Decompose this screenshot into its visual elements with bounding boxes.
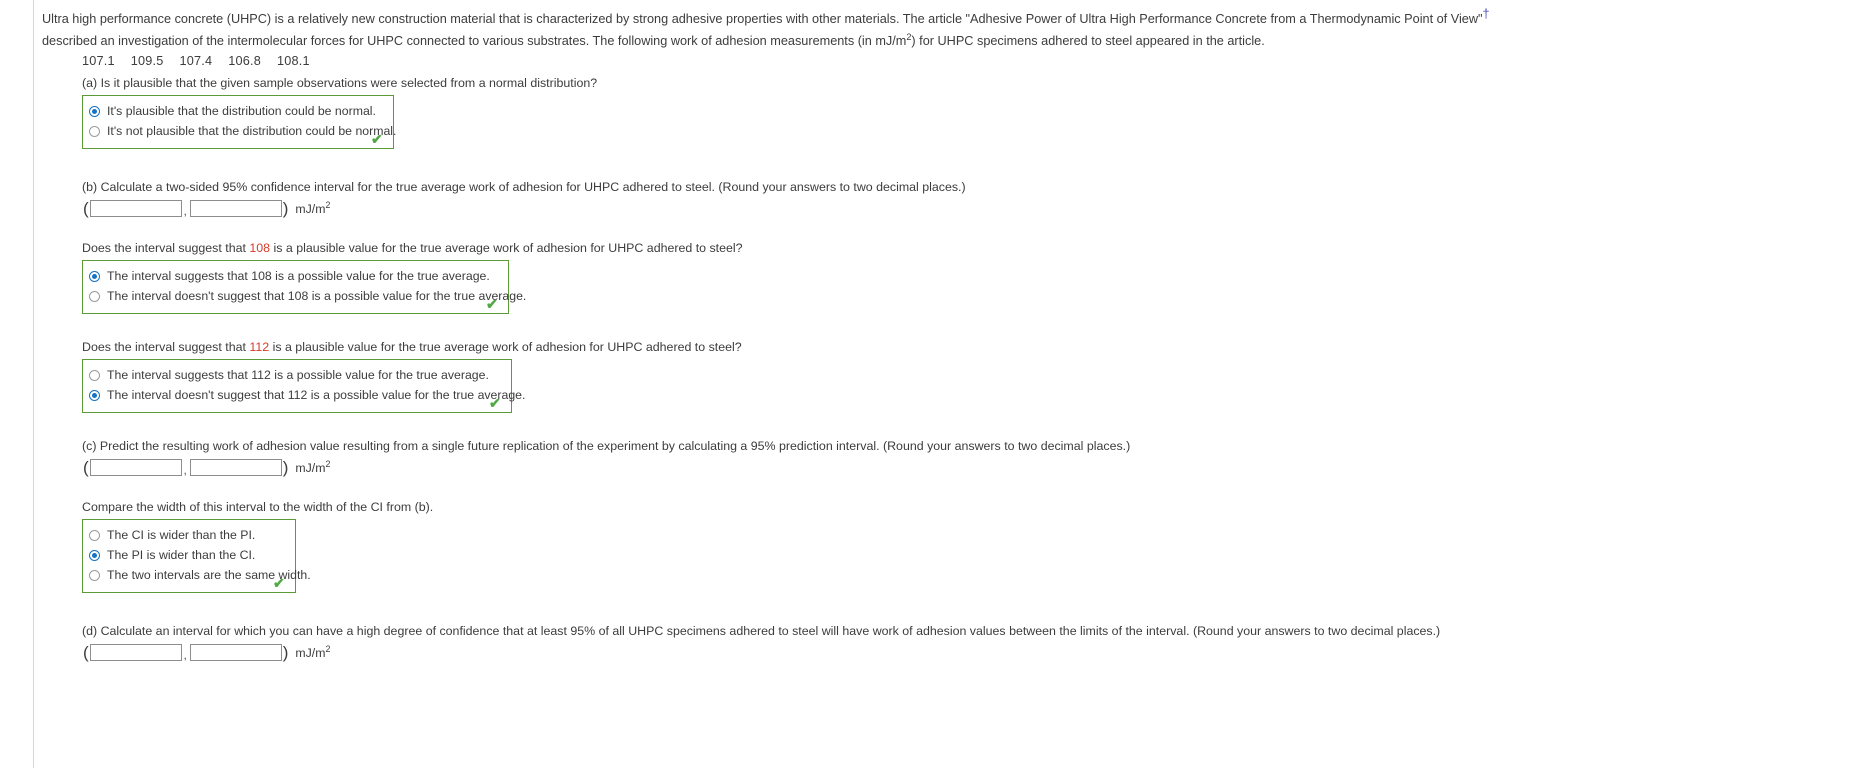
radio-button-icon[interactable] (89, 369, 100, 381)
compare-option-label: The PI is wider than the CI. (107, 548, 256, 562)
interval-comma: , (183, 649, 187, 662)
part-c-upper-input[interactable] (189, 459, 282, 476)
q108-highlight-value: 108 (249, 241, 271, 255)
part-c-lower-input[interactable] (89, 459, 182, 476)
part-a-question: (a) Is it plausible that the given sampl… (82, 76, 598, 90)
radio-button-icon[interactable] (89, 569, 100, 581)
compare-option-1[interactable]: The PI is wider than the CI. (89, 548, 285, 562)
q112-pre: Does the interval suggest that (82, 340, 250, 354)
content-area: Ultra high performance concrete (UHPC) i… (42, 7, 1842, 662)
part-b-112-option-label: The interval doesn't suggest that 112 is… (107, 388, 526, 402)
compare-option-0[interactable]: The CI is wider than the PI. (89, 528, 285, 542)
footnote-dagger-link[interactable]: † (1483, 7, 1490, 21)
units-text: mJ/m (295, 201, 326, 216)
radio-button-icon[interactable] (89, 389, 100, 401)
radio-button-icon[interactable] (89, 105, 100, 117)
part-a-option-0[interactable]: It's plausible that the distribution cou… (89, 104, 383, 118)
units-exponent: 2 (325, 643, 331, 654)
part-d-question: (d) Calculate an interval for which you … (82, 624, 1441, 638)
compare-option-2[interactable]: The two intervals are the same width. (89, 568, 311, 582)
part-d-block: (d) Calculate an interval for which you … (82, 622, 1842, 662)
part-b-108-question: Does the interval suggest that 108 is a … (82, 239, 1842, 257)
open-paren: ( (83, 458, 89, 477)
part-c-interval-row: ( , ) mJ/m2 (82, 458, 1842, 477)
correct-check-icon: ✔ (371, 131, 383, 147)
open-paren: ( (83, 643, 89, 662)
close-paren: ) (282, 643, 289, 662)
part-b-lower-input[interactable] (89, 200, 182, 217)
part-b-interval-row: ( , ) mJ/m2 (82, 199, 1842, 218)
part-b-108-option-label: The interval suggests that 108 is a poss… (107, 269, 490, 283)
correct-check-icon: ✔ (489, 395, 501, 411)
part-b-units: mJ/m2 (295, 199, 331, 216)
interval-comma: , (183, 205, 187, 218)
q108-pre: Does the interval suggest that (82, 241, 250, 255)
part-b-112-answer-box: The interval suggests that 112 is a poss… (82, 359, 525, 413)
intro-text-part2: described an investigation of the interm… (42, 34, 907, 48)
compare-answer-box: The CI is wider than the PI. The PI is w… (82, 519, 311, 593)
data-value: 108.1 (277, 54, 310, 68)
part-b-upper-input[interactable] (189, 200, 282, 217)
part-d-lower-input[interactable] (89, 644, 182, 661)
part-b-108-option-label: The interval doesn't suggest that 108 is… (107, 289, 527, 303)
part-c-units: mJ/m2 (295, 458, 331, 475)
correct-check-icon: ✔ (486, 296, 498, 312)
units-exponent: 2 (325, 199, 331, 210)
part-b-question: (b) Calculate a two-sided 95% confidence… (82, 180, 966, 194)
radio-button-icon[interactable] (89, 270, 100, 282)
compare-option-label: The CI is wider than the PI. (107, 528, 256, 542)
radio-button-icon[interactable] (89, 125, 100, 137)
data-value: 107.4 (179, 54, 213, 68)
part-a-option-label: It's not plausible that the distribution… (107, 124, 397, 138)
radio-button-icon[interactable] (89, 529, 100, 541)
units-text: mJ/m (295, 460, 326, 475)
part-b-108-answer-box: The interval suggests that 108 is a poss… (82, 260, 526, 314)
interval-comma: , (183, 464, 187, 477)
close-paren: ) (282, 458, 289, 477)
close-paren: ) (282, 199, 289, 218)
open-paren: ( (83, 199, 89, 218)
part-a-answer-box: It's plausible that the distribution cou… (82, 95, 396, 149)
part-b-112-option-label: The interval suggests that 112 is a poss… (107, 368, 489, 382)
compare-question: Compare the width of this interval to th… (82, 500, 434, 514)
q112-highlight-value: 112 (249, 340, 270, 354)
part-b-112-option-1[interactable]: The interval doesn't suggest that 112 is… (89, 388, 525, 402)
radio-button-icon[interactable] (89, 549, 100, 561)
part-b-112-block: Does the interval suggest that 112 is a … (82, 338, 1842, 415)
part-b-block: (b) Calculate a two-sided 95% confidence… (82, 178, 1842, 218)
data-values-row: 107.1 109.5 107.4 106.8 108.1 (82, 54, 1842, 68)
part-c-block: (c) Predict the resulting work of adhesi… (82, 437, 1842, 477)
units-text: mJ/m (295, 645, 326, 660)
data-value: 107.1 (82, 54, 115, 68)
part-b-108-option-0[interactable]: The interval suggests that 108 is a poss… (89, 269, 498, 283)
part-b-108-option-1[interactable]: The interval doesn't suggest that 108 is… (89, 289, 526, 303)
part-b-112-question: Does the interval suggest that 112 is a … (82, 338, 1842, 356)
part-d-upper-input[interactable] (189, 644, 282, 661)
part-d-units: mJ/m2 (295, 643, 331, 660)
compare-block: Compare the width of this interval to th… (82, 498, 1842, 595)
intro-text-part3: ) for UHPC specimens adhered to steel ap… (911, 34, 1265, 48)
data-value: 109.5 (130, 54, 164, 68)
radio-button-icon[interactable] (89, 290, 100, 302)
left-gutter-divider (0, 0, 34, 768)
correct-check-icon: ✔ (273, 575, 285, 591)
intro-paragraph: Ultra high performance concrete (UHPC) i… (42, 7, 1522, 52)
part-c-question: (c) Predict the resulting work of adhesi… (82, 439, 1131, 453)
part-b-108-block: Does the interval suggest that 108 is a … (82, 239, 1842, 316)
part-a-block: (a) Is it plausible that the given sampl… (82, 74, 1842, 151)
data-value: 106.8 (228, 54, 261, 68)
q112-post: is a plausible value for the true averag… (269, 340, 742, 354)
part-d-interval-row: ( , ) mJ/m2 (82, 643, 1842, 662)
part-a-option-label: It's plausible that the distribution cou… (107, 104, 376, 118)
units-exponent: 2 (325, 458, 331, 469)
part-b-112-option-0[interactable]: The interval suggests that 112 is a poss… (89, 368, 501, 382)
worksheet-page: Ultra high performance concrete (UHPC) i… (0, 0, 1855, 768)
part-a-option-1[interactable]: It's not plausible that the distribution… (89, 124, 396, 138)
intro-text-part1: Ultra high performance concrete (UHPC) i… (42, 12, 1483, 26)
q108-post: is a plausible value for the true averag… (270, 241, 743, 255)
